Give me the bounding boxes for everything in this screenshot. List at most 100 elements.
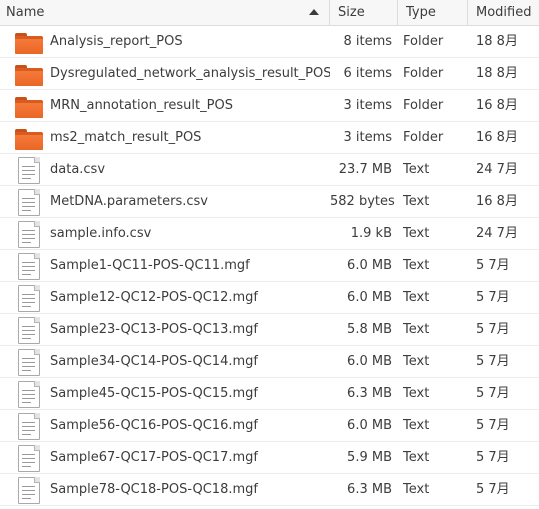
file-name-cell[interactable]: Sample67-QC17-POS-QC17.mgf	[0, 442, 330, 474]
text-file-icon	[14, 188, 44, 216]
file-size: 582 bytes	[330, 193, 395, 209]
file-name-cell[interactable]: Dysregulated_network_analysis_result_POS	[0, 58, 330, 90]
file-name: Sample78-QC18-POS-QC18.mgf	[50, 481, 258, 497]
file-name: Sample45-QC15-POS-QC15.mgf	[50, 385, 258, 401]
file-modified: 16 8月	[476, 129, 518, 145]
file-size: 6.0 MB	[347, 257, 392, 273]
file-row[interactable]: Dysregulated_network_analysis_result_POS…	[0, 58, 539, 90]
file-size: 1.9 kB	[350, 225, 392, 241]
file-row[interactable]: Sample34-QC14-POS-QC14.mgf 6.0 MB Text 5 7月	[0, 346, 539, 378]
column-header-size-label: Size	[338, 5, 365, 20]
text-file-icon	[14, 316, 44, 344]
file-modified: 5 7月	[476, 321, 510, 337]
folder-icon	[14, 60, 44, 88]
text-file-icon	[14, 220, 44, 248]
file-type: Folder	[403, 129, 444, 145]
sort-ascending-icon[interactable]	[309, 9, 319, 15]
folder-icon	[14, 92, 44, 120]
column-header-bar: Name Size Type Modified	[0, 0, 539, 26]
file-modified: 24 7月	[476, 225, 518, 241]
file-name-cell[interactable]: data.csv	[0, 154, 330, 186]
file-name-cell[interactable]: Sample34-QC14-POS-QC14.mgf	[0, 346, 330, 378]
file-size: 5.8 MB	[347, 321, 392, 337]
file-name: MRN_annotation_result_POS	[50, 97, 233, 113]
file-list-view: Name Size Type Modified Analysis_report_…	[0, 0, 539, 509]
file-name-cell[interactable]: MetDNA.parameters.csv	[0, 186, 330, 218]
file-type: Folder	[403, 65, 444, 81]
file-name-cell[interactable]: Sample45-QC15-POS-QC15.mgf	[0, 378, 330, 410]
file-row[interactable]: Sample78-QC18-POS-QC18.mgf 6.3 MB Text 5 7月	[0, 474, 539, 506]
column-header-modified[interactable]: Modified	[468, 0, 539, 26]
file-row[interactable]: sample.info.csv 1.9 kB Text 24 7月	[0, 218, 539, 250]
file-type: Folder	[403, 33, 444, 49]
text-file-icon	[14, 444, 44, 472]
file-name-cell[interactable]: Sample1-QC11-POS-QC11.mgf	[0, 250, 330, 282]
file-modified: 16 8月	[476, 193, 518, 209]
file-modified: 5 7月	[476, 257, 510, 273]
file-size: 3 items	[343, 129, 392, 145]
column-header-name-label: Name	[6, 5, 45, 20]
file-name: Sample67-QC17-POS-QC17.mgf	[50, 449, 258, 465]
file-name-cell[interactable]: ms2_match_result_POS	[0, 122, 330, 154]
file-row[interactable]: MetDNA.parameters.csv 582 bytes Text 16 8月	[0, 186, 539, 218]
file-name: sample.info.csv	[50, 225, 152, 241]
file-row[interactable]: Sample1-QC11-POS-QC11.mgf 6.0 MB Text 5 7月	[0, 250, 539, 282]
file-modified: 5 7月	[476, 353, 510, 369]
column-header-modified-label: Modified	[476, 5, 532, 20]
column-header-size[interactable]: Size	[330, 0, 398, 26]
file-name-cell[interactable]: Sample56-QC16-POS-QC16.mgf	[0, 410, 330, 442]
folder-icon	[14, 124, 44, 152]
file-row[interactable]: ms2_match_result_POS 3 items Folder 16 8月	[0, 122, 539, 154]
file-name-cell[interactable]: Sample78-QC18-POS-QC18.mgf	[0, 474, 330, 506]
file-size: 6.3 MB	[347, 385, 392, 401]
file-name-cell[interactable]: Sample23-QC13-POS-QC13.mgf	[0, 314, 330, 346]
file-name: MetDNA.parameters.csv	[50, 193, 208, 209]
file-row[interactable]: data.csv 23.7 MB Text 24 7月	[0, 154, 539, 186]
file-name: Sample23-QC13-POS-QC13.mgf	[50, 321, 258, 337]
file-type: Text	[403, 193, 430, 209]
folder-icon	[14, 28, 44, 56]
file-row[interactable]: Sample67-QC17-POS-QC17.mgf 5.9 MB Text 5 7月	[0, 442, 539, 474]
file-row[interactable]: Sample45-QC15-POS-QC15.mgf 6.3 MB Text 5 7月	[0, 378, 539, 410]
file-type: Text	[403, 321, 430, 337]
text-file-icon	[14, 252, 44, 280]
file-name: Sample56-QC16-POS-QC16.mgf	[50, 417, 258, 433]
file-name: Analysis_report_POS	[50, 33, 183, 49]
file-name: Sample34-QC14-POS-QC14.mgf	[50, 353, 258, 369]
column-header-type[interactable]: Type	[398, 0, 468, 26]
file-modified: 5 7月	[476, 417, 510, 433]
text-file-icon	[14, 476, 44, 504]
file-type: Text	[403, 225, 430, 241]
file-name: Dysregulated_network_analysis_result_POS	[50, 65, 330, 81]
file-type: Text	[403, 353, 430, 369]
file-row[interactable]: MRN_annotation_result_POS 3 items Folder 16…	[0, 90, 539, 122]
file-row[interactable]: Sample12-QC12-POS-QC12.mgf 6.0 MB Text 5 7月	[0, 282, 539, 314]
file-size: 6.3 MB	[347, 481, 392, 497]
file-name-cell[interactable]: Sample12-QC12-POS-QC12.mgf	[0, 282, 330, 314]
text-file-icon	[14, 348, 44, 376]
file-row[interactable]: Sample23-QC13-POS-QC13.mgf 5.8 MB Text 5 7月	[0, 314, 539, 346]
file-size: 6 items	[343, 65, 392, 81]
file-modified: 16 8月	[476, 97, 518, 113]
file-row[interactable]: Analysis_report_POS 8 items Folder 18 8月	[0, 26, 539, 58]
file-name: data.csv	[50, 161, 106, 177]
file-name-cell[interactable]: MRN_annotation_result_POS	[0, 90, 330, 122]
file-type: Text	[403, 481, 430, 497]
file-modified: 5 7月	[476, 289, 510, 305]
file-modified: 24 7月	[476, 161, 518, 177]
file-name: ms2_match_result_POS	[50, 129, 202, 145]
text-file-icon	[14, 156, 44, 184]
file-size: 3 items	[343, 97, 392, 113]
file-type: Text	[403, 161, 430, 177]
file-modified: 18 8月	[476, 65, 518, 81]
column-header-name[interactable]: Name	[0, 0, 330, 26]
file-size: 6.0 MB	[347, 417, 392, 433]
file-row[interactable]: Sample56-QC16-POS-QC16.mgf 6.0 MB Text 5 7月	[0, 410, 539, 442]
file-modified: 5 7月	[476, 481, 510, 497]
file-name-cell[interactable]: sample.info.csv	[0, 218, 330, 250]
file-size: 6.0 MB	[347, 353, 392, 369]
text-file-icon	[14, 412, 44, 440]
file-name-cell[interactable]: Analysis_report_POS	[0, 26, 330, 58]
file-type: Text	[403, 449, 430, 465]
file-name: Sample12-QC12-POS-QC12.mgf	[50, 289, 258, 305]
